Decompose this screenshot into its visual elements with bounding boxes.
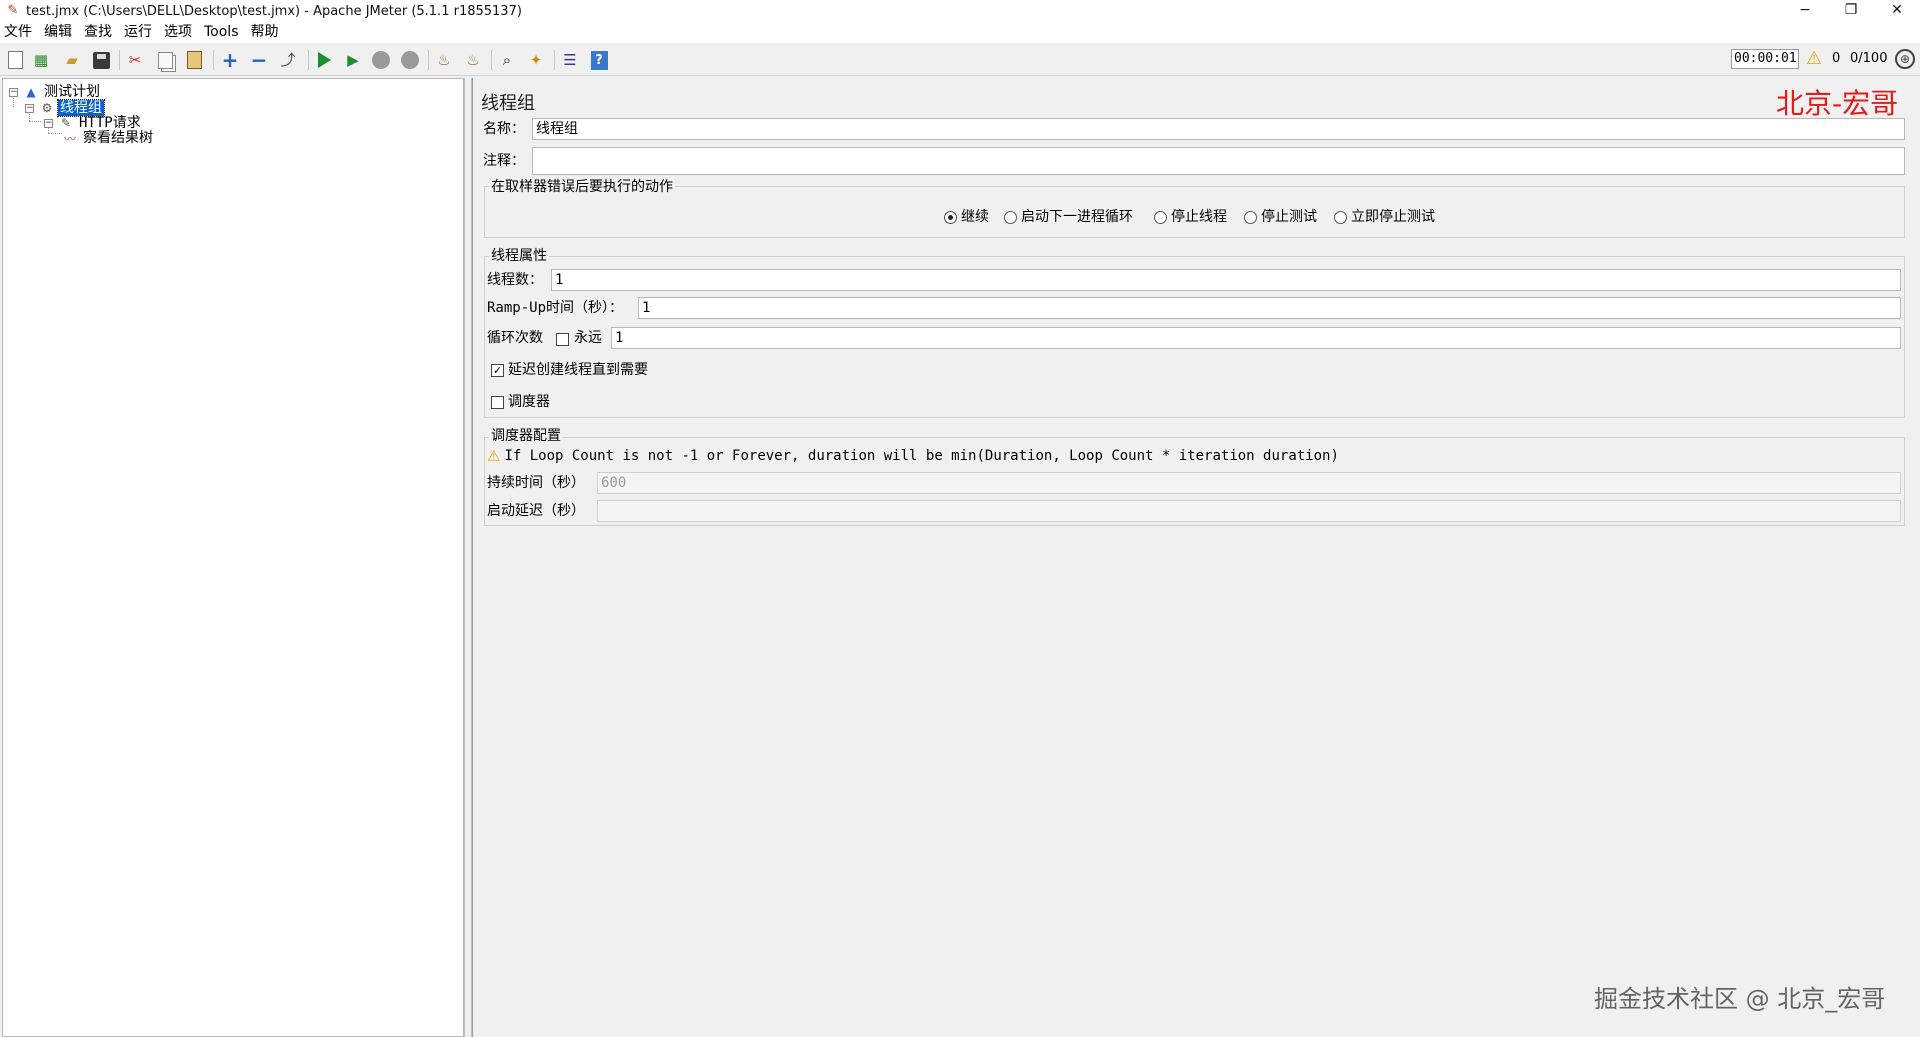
listener-chart-icon: 〰 — [63, 131, 76, 146]
tree-label-result-tree: 察看结果树 — [83, 130, 153, 146]
start-icon[interactable] — [313, 49, 335, 71]
duration-label: 持续时间（秒） — [487, 475, 585, 491]
radio-start-next-loop[interactable]: 启动下一进程循环 — [1004, 208, 1133, 226]
paste-icon[interactable] — [183, 49, 205, 71]
elapsed-time: 00:00:01 — [1731, 49, 1799, 69]
open-folder-icon[interactable]: ▰ — [61, 49, 83, 71]
threads-input[interactable]: 1 — [551, 269, 1901, 291]
save-icon[interactable] — [90, 49, 112, 71]
restore-button[interactable]: ❐ — [1828, 0, 1874, 22]
templates-icon[interactable]: ▦ — [30, 49, 52, 71]
minimize-button[interactable]: − — [1782, 0, 1828, 22]
toolbar: ▦ ▰ ✂ + − ⤴ ▶ ♨ ♨ ⌕ ✦ ☰ ? — [0, 43, 1920, 76]
menu-run[interactable]: 运行 — [124, 22, 152, 43]
brand-label: 北京-宏哥 — [1776, 87, 1899, 120]
clear-icon[interactable]: ♨ — [433, 49, 455, 71]
comment-label: 注释： — [483, 153, 525, 169]
scheduler-config-title: 调度器配置 — [489, 427, 563, 445]
menu-file[interactable]: 文件 — [4, 22, 32, 43]
radio-button[interactable] — [1004, 210, 1017, 224]
active-threads: 0/100 — [1850, 51, 1888, 66]
menu-help[interactable]: 帮助 — [251, 22, 279, 43]
copy-icon[interactable] — [154, 49, 176, 71]
menu-options[interactable]: 选项 — [164, 22, 192, 43]
window-title: test.jmx (C:\Users\DELL\Desktop\test.jmx… — [26, 3, 522, 19]
radio-stop-test-now[interactable]: 立即停止测试 — [1334, 208, 1435, 226]
forever-checkbox[interactable] — [556, 333, 569, 346]
comment-input[interactable] — [532, 147, 1905, 175]
test-plan-icon: ▲ — [26, 85, 36, 99]
error-count: 0 — [1832, 51, 1841, 66]
panel-splitter[interactable] — [464, 78, 472, 1037]
title-bar: ✎ test.jmx (C:\Users\DELL\Desktop\test.j… — [0, 0, 1920, 22]
tree-label-thread-group: 线程组 — [57, 99, 105, 117]
new-icon[interactable] — [4, 49, 26, 71]
delay-thread-creation-checkbox[interactable]: ✓ — [491, 364, 504, 377]
scheduler-note: ⚠ If Loop Count is not -1 or Forever, du… — [487, 447, 1339, 465]
startup-delay-label: 启动延迟（秒） — [487, 503, 585, 519]
tree-node-thread-group[interactable]: − ⚙ 线程组 — [25, 99, 105, 117]
name-input[interactable]: 线程组 — [532, 118, 1905, 140]
stop-icon[interactable] — [370, 49, 392, 71]
delay-thread-creation-label: 延迟创建线程直到需要 — [508, 362, 648, 378]
radio-button[interactable] — [1334, 210, 1347, 224]
sampler-pencil-icon: ✎ — [60, 116, 72, 130]
radio-button[interactable] — [1244, 210, 1257, 224]
error-action-title: 在取样器错误后要执行的动作 — [489, 178, 675, 196]
warning-triangle-icon: ⚠ — [487, 447, 501, 465]
radio-button[interactable] — [944, 210, 957, 224]
radio-button[interactable] — [1154, 210, 1167, 224]
tree-node-test-plan[interactable]: − ▲ 测试计划 — [9, 84, 102, 100]
tree-label-test-plan: 测试计划 — [44, 84, 100, 100]
collapse-all-icon[interactable]: − — [248, 49, 270, 71]
menu-bar: 文件 编辑 查找 运行 选项 Tools 帮助 — [0, 22, 1920, 43]
scheduler-label: 调度器 — [508, 394, 550, 410]
rampup-input[interactable]: 1 — [638, 297, 1901, 319]
tree-node-http-request[interactable]: − ✎ HTTP请求 — [44, 115, 143, 131]
expand-all-icon[interactable]: + — [219, 49, 241, 71]
thread-properties-title: 线程属性 — [489, 247, 549, 265]
scheduler-checkbox[interactable] — [491, 396, 504, 409]
threads-label: 线程数： — [487, 272, 543, 288]
help-icon[interactable]: ? — [588, 49, 610, 71]
thread-group-gear-icon: ⚙ — [41, 101, 53, 115]
collapse-toggle[interactable]: − — [25, 103, 34, 113]
radio-continue[interactable]: 继续 — [944, 208, 989, 226]
menu-search[interactable]: 查找 — [84, 22, 112, 43]
start-no-pauses-icon[interactable]: ▶ — [342, 49, 364, 71]
rampup-label: Ramp-Up时间（秒）： — [487, 300, 624, 316]
startup-delay-input[interactable] — [597, 500, 1901, 522]
duration-input[interactable]: 600 — [597, 472, 1901, 494]
close-button[interactable]: ✕ — [1874, 0, 1920, 22]
reset-search-icon[interactable]: ✦ — [525, 49, 547, 71]
shutdown-icon[interactable] — [399, 49, 421, 71]
menu-tools[interactable]: Tools — [204, 22, 239, 43]
collapse-toggle[interactable]: − — [44, 118, 53, 128]
tree-label-http-request: HTTP请求 — [79, 115, 141, 131]
test-plan-tree[interactable]: − ▲ 测试计划 − ⚙ 线程组 − ✎ HTTP请求 〰 察看结果树 — [2, 78, 464, 1037]
name-label: 名称： — [483, 121, 525, 137]
watermark: 掘金技术社区 @ 北京_宏哥 — [1594, 985, 1886, 1013]
panel-title: 线程组 — [481, 93, 535, 114]
forever-label: 永远 — [574, 330, 602, 346]
collapse-toggle[interactable]: − — [9, 87, 18, 97]
function-helper-icon[interactable]: ☰ — [559, 49, 581, 71]
remote-globe-icon[interactable]: ⊕ — [1895, 49, 1915, 69]
clear-all-icon[interactable]: ♨ — [462, 49, 484, 71]
scheduler-note-text: If Loop Count is not -1 or Forever, dura… — [504, 448, 1339, 464]
radio-stop-thread[interactable]: 停止线程 — [1154, 208, 1227, 226]
cut-icon[interactable]: ✂ — [124, 49, 146, 71]
warning-icon[interactable]: ⚠ — [1806, 49, 1826, 69]
search-binoculars-icon[interactable]: ⌕ — [496, 49, 518, 71]
jmeter-feather-icon: ✎ — [7, 3, 19, 18]
tree-node-result-tree[interactable]: 〰 察看结果树 — [63, 130, 155, 146]
radio-stop-test[interactable]: 停止测试 — [1244, 208, 1317, 226]
window-controls: − ❐ ✕ — [1782, 0, 1920, 22]
loop-count-label: 循环次数 — [487, 330, 543, 346]
toggle-icon[interactable]: ⤴ — [277, 49, 299, 71]
menu-edit[interactable]: 编辑 — [44, 22, 72, 43]
loop-count-input[interactable]: 1 — [611, 327, 1901, 349]
